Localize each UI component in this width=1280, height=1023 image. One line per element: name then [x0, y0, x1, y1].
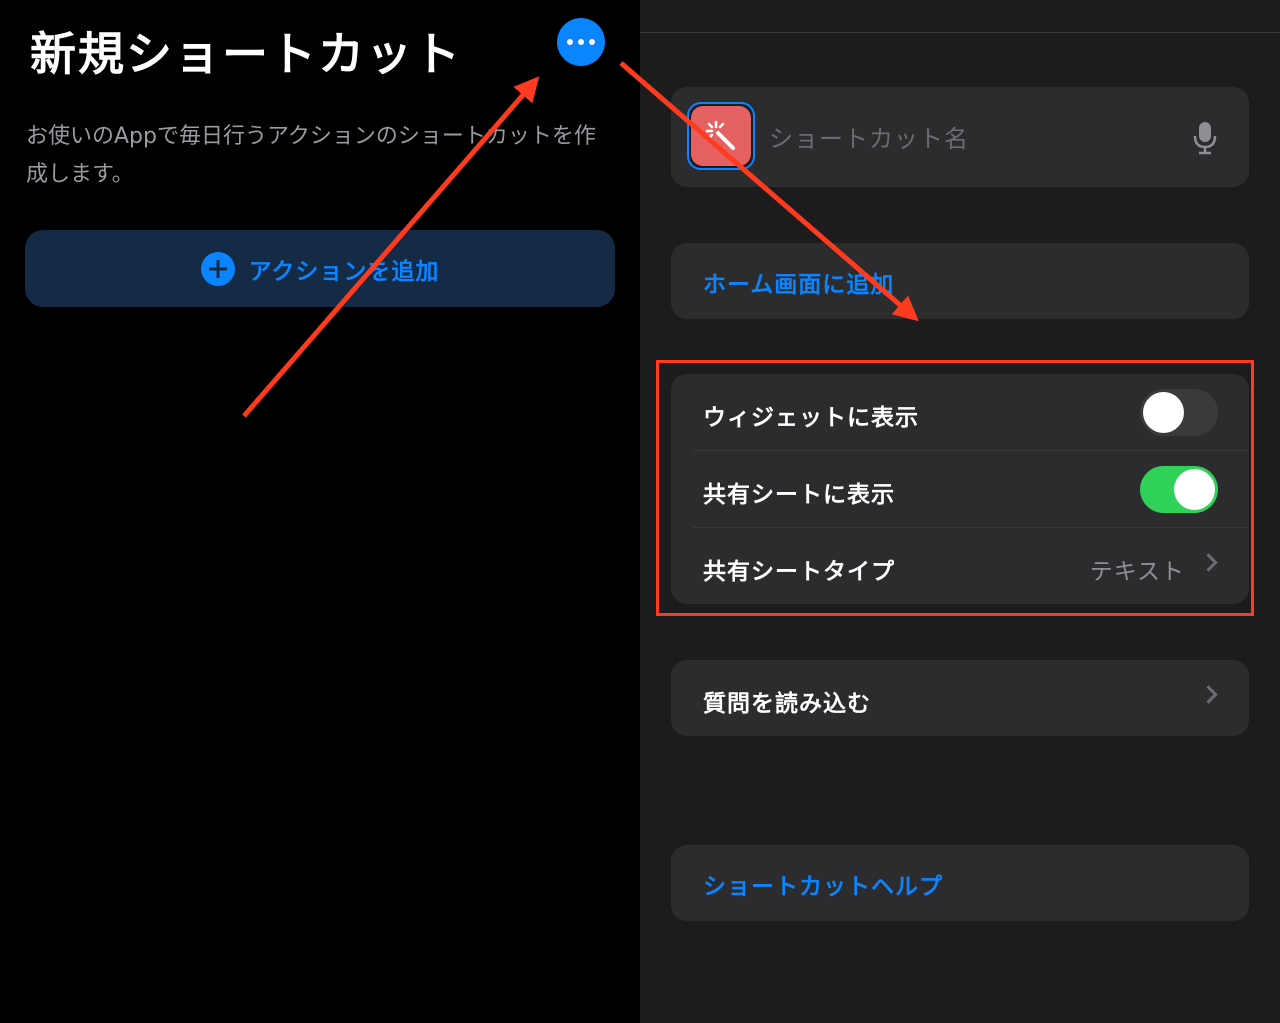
shortcut-name-input[interactable]: ショートカット名 [769, 119, 969, 154]
add-action-label: アクションを追加 [248, 258, 440, 285]
magic-wand-icon [705, 120, 735, 150]
plus-circle-icon [200, 251, 235, 286]
page-title: 新規ショートカット [30, 27, 462, 81]
description-text: お使いのAppで毎日行うアクションのショートカットを作成します。 [26, 124, 596, 187]
shortcut-help-button[interactable]: ショートカットヘルプ [671, 845, 1249, 921]
more-options-button[interactable] [557, 18, 605, 66]
microphone-icon[interactable] [1193, 121, 1217, 155]
shortcut-help-label: ショートカットヘルプ [703, 874, 943, 900]
name-card: ショートカット名 [671, 87, 1249, 187]
divider [640, 32, 1280, 33]
add-to-home-screen-button[interactable]: ホーム画面に追加 [671, 243, 1249, 319]
shortcut-icon-button[interactable] [687, 102, 755, 170]
import-questions-label: 質問を読み込む [703, 691, 871, 717]
add-action-button[interactable]: アクションを追加 [25, 230, 615, 307]
annotation-highlight-box [656, 360, 1254, 616]
add-to-home-screen-label: ホーム画面に追加 [703, 272, 895, 298]
ellipsis-icon [567, 39, 573, 45]
chevron-right-icon [1199, 685, 1218, 704]
import-questions-button[interactable]: 質問を読み込む [671, 660, 1249, 736]
left-panel: 新規ショートカット お使いのAppで毎日行うアクションのショートカットを作成しま… [0, 0, 640, 1023]
